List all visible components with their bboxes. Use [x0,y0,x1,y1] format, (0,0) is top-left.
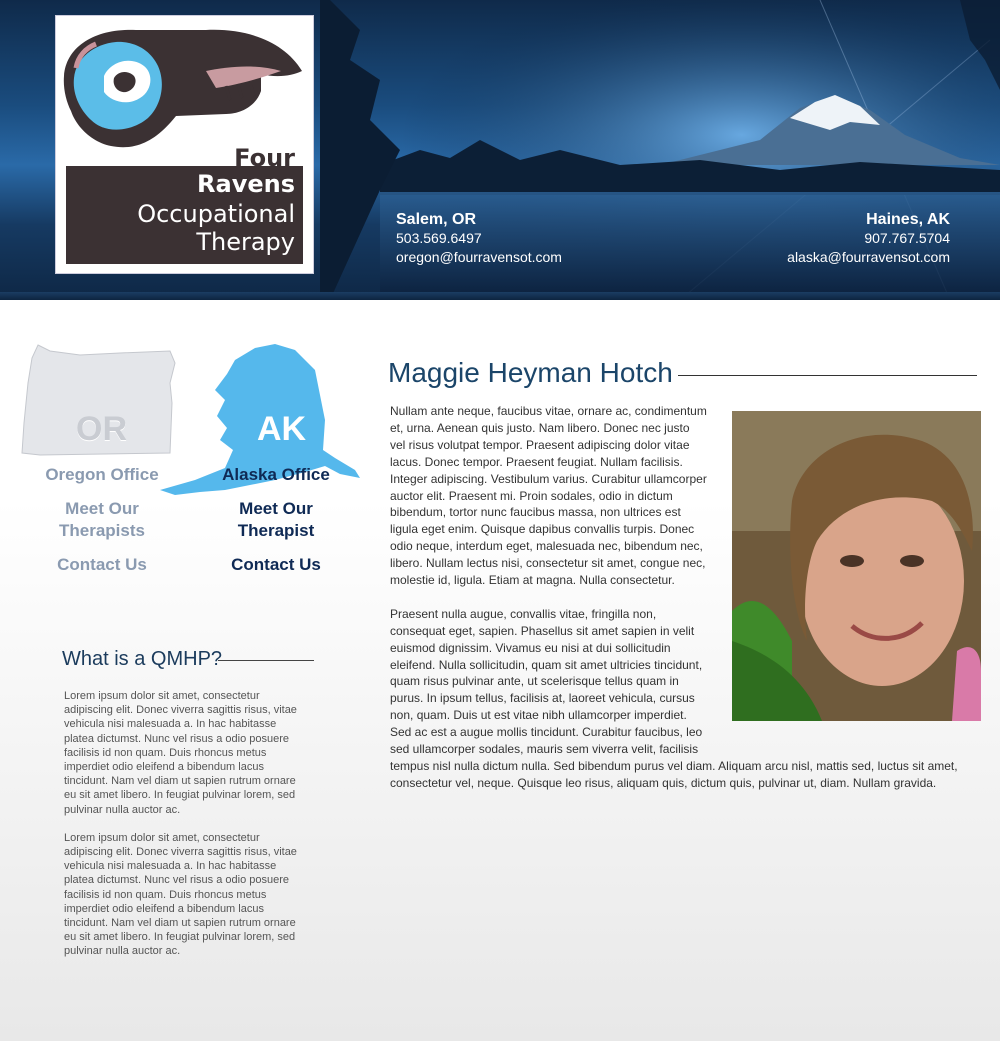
meet-therapists-link[interactable]: Meet Our Therapists [32,498,172,542]
header-divider [0,292,1000,300]
site-header: Four Ravens Occupational Therapy Salem, … [0,0,1000,300]
contact-us-link[interactable]: Contact Us [32,554,172,576]
logo-text-ravens: Ravens [197,170,295,198]
company-logo[interactable]: Four Ravens Occupational Therapy [55,15,314,274]
qmhp-divider [218,660,314,661]
profile-bio: Nullam ante neque, faucibus vitae, ornar… [390,403,970,809]
alaska-map-label: AK [257,410,307,448]
email-link[interactable]: alaska@fourravensot.com [787,248,950,267]
qmhp-heading: What is a QMHP? [62,648,223,670]
phone-number[interactable]: 907.767.5704 [787,229,950,248]
oregon-map-label: OR [76,410,127,448]
title-divider [678,375,977,376]
salem-contact: Salem, OR 503.569.6497 oregon@fourravens… [396,210,562,267]
photo-wrap-spacer [708,403,970,748]
phone-number[interactable]: 503.569.6497 [396,229,562,248]
oregon-office-nav: Oregon Office Meet Our Therapists Contac… [32,464,172,588]
page-title: Maggie Heyman Hotch [388,357,673,388]
alaska-office-nav: Alaska Office Meet Our Therapist Contact… [206,464,346,588]
logo-text-four: Four [234,144,295,172]
logo-text-occupational: Occupational [137,200,295,228]
location-city: Haines, AK [866,211,950,228]
qmhp-paragraph: Lorem ipsum dolor sit amet, consectetur … [64,831,297,958]
logo-text-therapy: Therapy [196,228,295,256]
meet-therapist-link[interactable]: Meet Our Therapist [206,498,346,542]
contact-us-link[interactable]: Contact Us [206,554,346,576]
location-city: Salem, OR [396,211,477,228]
qmhp-paragraph: Lorem ipsum dolor sit amet, consectetur … [64,690,297,816]
oregon-office-link[interactable]: Oregon Office [32,464,172,486]
email-link[interactable]: oregon@fourravensot.com [396,248,562,267]
qmhp-body: Lorem ipsum dolor sit amet, consectetur … [64,689,299,973]
haines-contact: Haines, AK 907.767.5704 alaska@fourraven… [787,210,950,267]
alaska-office-link[interactable]: Alaska Office [206,464,346,486]
